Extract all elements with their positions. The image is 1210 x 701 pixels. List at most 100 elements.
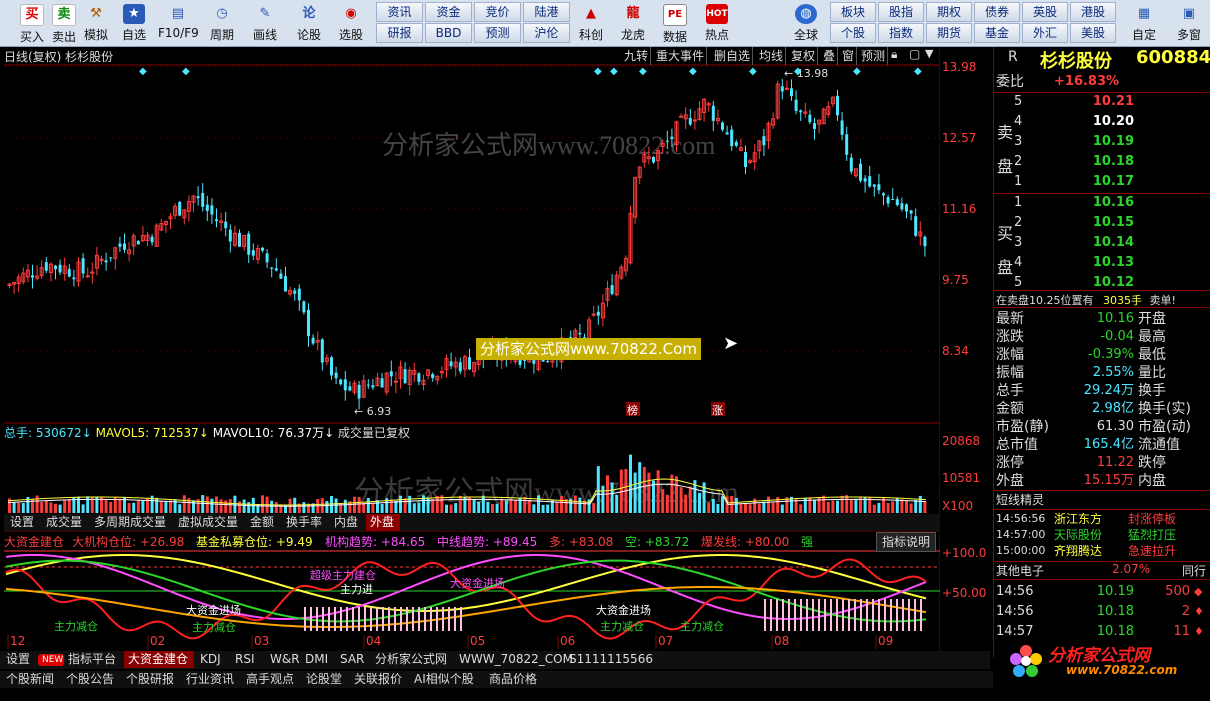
ask-level-1[interactable]: 1 10.17 xyxy=(994,173,1210,191)
f10-button[interactable]: ▤ F10/F9 xyxy=(158,2,199,44)
grid-btn-3[interactable]: 陆港 xyxy=(523,2,570,22)
vol-tab-2[interactable]: 多周期成交量 xyxy=(90,514,172,531)
chart-menu-item-5[interactable]: 叠 xyxy=(821,47,839,65)
indicator-tab-0[interactable]: 设置 xyxy=(2,651,36,668)
indicator-help-button[interactable]: 指标说明 xyxy=(876,532,937,552)
period-button[interactable]: ◷ 周期 xyxy=(204,2,240,44)
grid-btn-0[interactable]: 资讯 xyxy=(376,2,423,22)
global-button[interactable]: ◍ 全球 xyxy=(786,2,826,44)
custom-button[interactable]: ▦ 自定 xyxy=(1126,2,1162,44)
ask-level-4[interactable]: 4 10.20 xyxy=(994,113,1210,131)
indicator-tab-3[interactable]: 大资金建仓 xyxy=(124,651,194,668)
event-marker-icon[interactable]: ◆ xyxy=(914,66,922,77)
event-marker-icon[interactable]: ◆ xyxy=(689,66,697,77)
grid-btn-1[interactable]: 资金 xyxy=(425,2,472,22)
news-tab-4[interactable]: 高手观点 xyxy=(242,671,300,688)
bid-level-4[interactable]: 4 10.13 xyxy=(994,254,1210,272)
dropdown-icon[interactable]: ▼ xyxy=(925,47,933,60)
chart-menu-item-1[interactable]: 重大事件 xyxy=(654,47,708,65)
market-btn-5[interactable]: 港股 xyxy=(1070,2,1116,22)
market-btn-9[interactable]: 基金 xyxy=(974,23,1020,43)
event-marker-icon[interactable]: ◆ xyxy=(794,66,802,77)
ask-level-2[interactable]: 2 10.18 xyxy=(994,153,1210,171)
chart-menu-item-7[interactable]: 预测 xyxy=(859,47,889,65)
news-tab-0[interactable]: 个股新闻 xyxy=(2,671,60,688)
news-tab-1[interactable]: 个股公告 xyxy=(62,671,120,688)
bid-level-2[interactable]: 2 10.15 xyxy=(994,214,1210,232)
event-marker-icon[interactable]: ◆ xyxy=(853,66,861,77)
sell-button[interactable]: 卖 卖出 xyxy=(50,2,78,44)
market-btn-6[interactable]: 个股 xyxy=(830,23,876,43)
news-tab-8[interactable]: 商品价格 xyxy=(485,671,543,688)
indicator-tab-2[interactable]: 指标平台 xyxy=(64,651,122,668)
grid-btn-6[interactable]: 预测 xyxy=(474,23,521,43)
indicator-tab-6[interactable]: W&R xyxy=(266,651,300,668)
vol-tab-3[interactable]: 虚拟成交量 xyxy=(174,514,244,531)
bid-level-1[interactable]: 1 10.16 xyxy=(994,194,1210,212)
grid-btn-2[interactable]: 竞价 xyxy=(474,2,521,22)
sector-more-link[interactable]: 同行 xyxy=(1182,562,1206,579)
market-btn-1[interactable]: 股指 xyxy=(878,2,924,22)
event-marker-icon[interactable]: ◆ xyxy=(610,66,618,77)
multiwindow-button[interactable]: ▣ 多窗 xyxy=(1170,2,1208,44)
market-btn-2[interactable]: 期权 xyxy=(926,2,972,22)
market-btn-3[interactable]: 债券 xyxy=(974,2,1020,22)
grid-btn-5[interactable]: BBD xyxy=(425,23,472,43)
news-tab-7[interactable]: AI相似个股 xyxy=(410,671,483,688)
window-icon[interactable]: ▢ xyxy=(909,47,920,61)
news-tab-3[interactable]: 行业资讯 xyxy=(182,671,240,688)
vol-tab-6[interactable]: 内盘 xyxy=(330,514,364,531)
indicator-tab-5[interactable]: RSI xyxy=(231,651,264,668)
ask-level-3[interactable]: 3 10.19 xyxy=(994,133,1210,151)
news-tab-5[interactable]: 论股堂 xyxy=(302,671,348,688)
event-marker-icon[interactable]: ◆ xyxy=(182,66,190,77)
bid-level-3[interactable]: 3 10.14 xyxy=(994,234,1210,252)
sprite-item-0[interactable]: 14:56:56 浙江东方 封涨停板 xyxy=(994,511,1210,527)
star-market-button[interactable]: ▲ 科创 xyxy=(574,2,608,44)
draw-button[interactable]: ✎ 画线 xyxy=(248,2,282,44)
chart-menu-item-4[interactable]: 复权 xyxy=(789,47,819,65)
news-tab-2[interactable]: 个股研报 xyxy=(122,671,180,688)
indicator-tab-11[interactable]: S1111115566 xyxy=(565,651,658,668)
simulate-button[interactable]: ⚒ 模拟 xyxy=(82,2,110,44)
sector-name[interactable]: 其他电子 xyxy=(996,562,1044,579)
chart-canvas[interactable]: 分析家公式网www.70822.com分析家公式网www.70822.com← … xyxy=(4,47,940,657)
event-marker-icon[interactable]: ◆ xyxy=(639,66,647,77)
chart-menu-item-2[interactable]: 删自选 xyxy=(712,47,754,65)
chart-menu-item-3[interactable]: 均线 xyxy=(757,47,787,65)
vol-tab-0[interactable]: 设置 xyxy=(6,514,40,531)
indicator-tab-4[interactable]: KDJ xyxy=(196,651,229,668)
news-tab-6[interactable]: 关联报价 xyxy=(350,671,408,688)
market-btn-10[interactable]: 外汇 xyxy=(1022,23,1068,43)
lock-icon[interactable]: 🔒︎ xyxy=(891,47,897,62)
hot-button[interactable]: HOT 热点 xyxy=(700,2,734,44)
indicator-tab-1[interactable]: NEW xyxy=(38,654,64,666)
vol-tab-1[interactable]: 成交量 xyxy=(42,514,88,531)
vol-tab-5[interactable]: 换手率 xyxy=(282,514,328,531)
event-marker-icon[interactable]: ◆ xyxy=(594,66,602,77)
indicator-tab-10[interactable]: WWW_70822_COM xyxy=(455,651,573,668)
market-btn-4[interactable]: 英股 xyxy=(1022,2,1068,22)
event-marker-icon[interactable]: ◆ xyxy=(139,66,147,77)
indicator-tab-8[interactable]: SAR xyxy=(336,651,369,668)
indicator-tab-7[interactable]: DMI xyxy=(301,651,334,668)
kline-chart-window[interactable]: 分析家公式网www.70822.com 分析家公式网www.70822.com ← … xyxy=(0,47,990,669)
indicator-tab-9[interactable]: 分析家公式网 xyxy=(371,651,453,668)
grid-btn-7[interactable]: 沪伦 xyxy=(523,23,570,43)
market-btn-11[interactable]: 美股 xyxy=(1070,23,1116,43)
watchlist-button[interactable]: ★ 自选 xyxy=(118,2,150,44)
market-btn-8[interactable]: 期货 xyxy=(926,23,972,43)
grid-btn-4[interactable]: 研报 xyxy=(376,23,423,43)
buy-button[interactable]: 买 买入 xyxy=(18,2,46,44)
data-button[interactable]: PE 数据 xyxy=(658,2,692,44)
stock-picker-button[interactable]: ◉ 选股 xyxy=(334,2,368,44)
vol-tab-7[interactable]: 外盘 xyxy=(366,514,400,531)
event-marker-icon[interactable]: ◆ xyxy=(749,66,757,77)
chart-menu-item-6[interactable]: 窗 xyxy=(840,47,858,65)
dragon-tiger-button[interactable]: 龍 龙虎 xyxy=(616,2,650,44)
market-btn-0[interactable]: 板块 xyxy=(830,2,876,22)
market-btn-7[interactable]: 指数 xyxy=(878,23,924,43)
vol-tab-4[interactable]: 金额 xyxy=(246,514,280,531)
sprite-item-1[interactable]: 14:57:00 天际股份 猛烈打压 xyxy=(994,527,1210,543)
chart-menu-item-0[interactable]: 九转 xyxy=(622,47,652,65)
